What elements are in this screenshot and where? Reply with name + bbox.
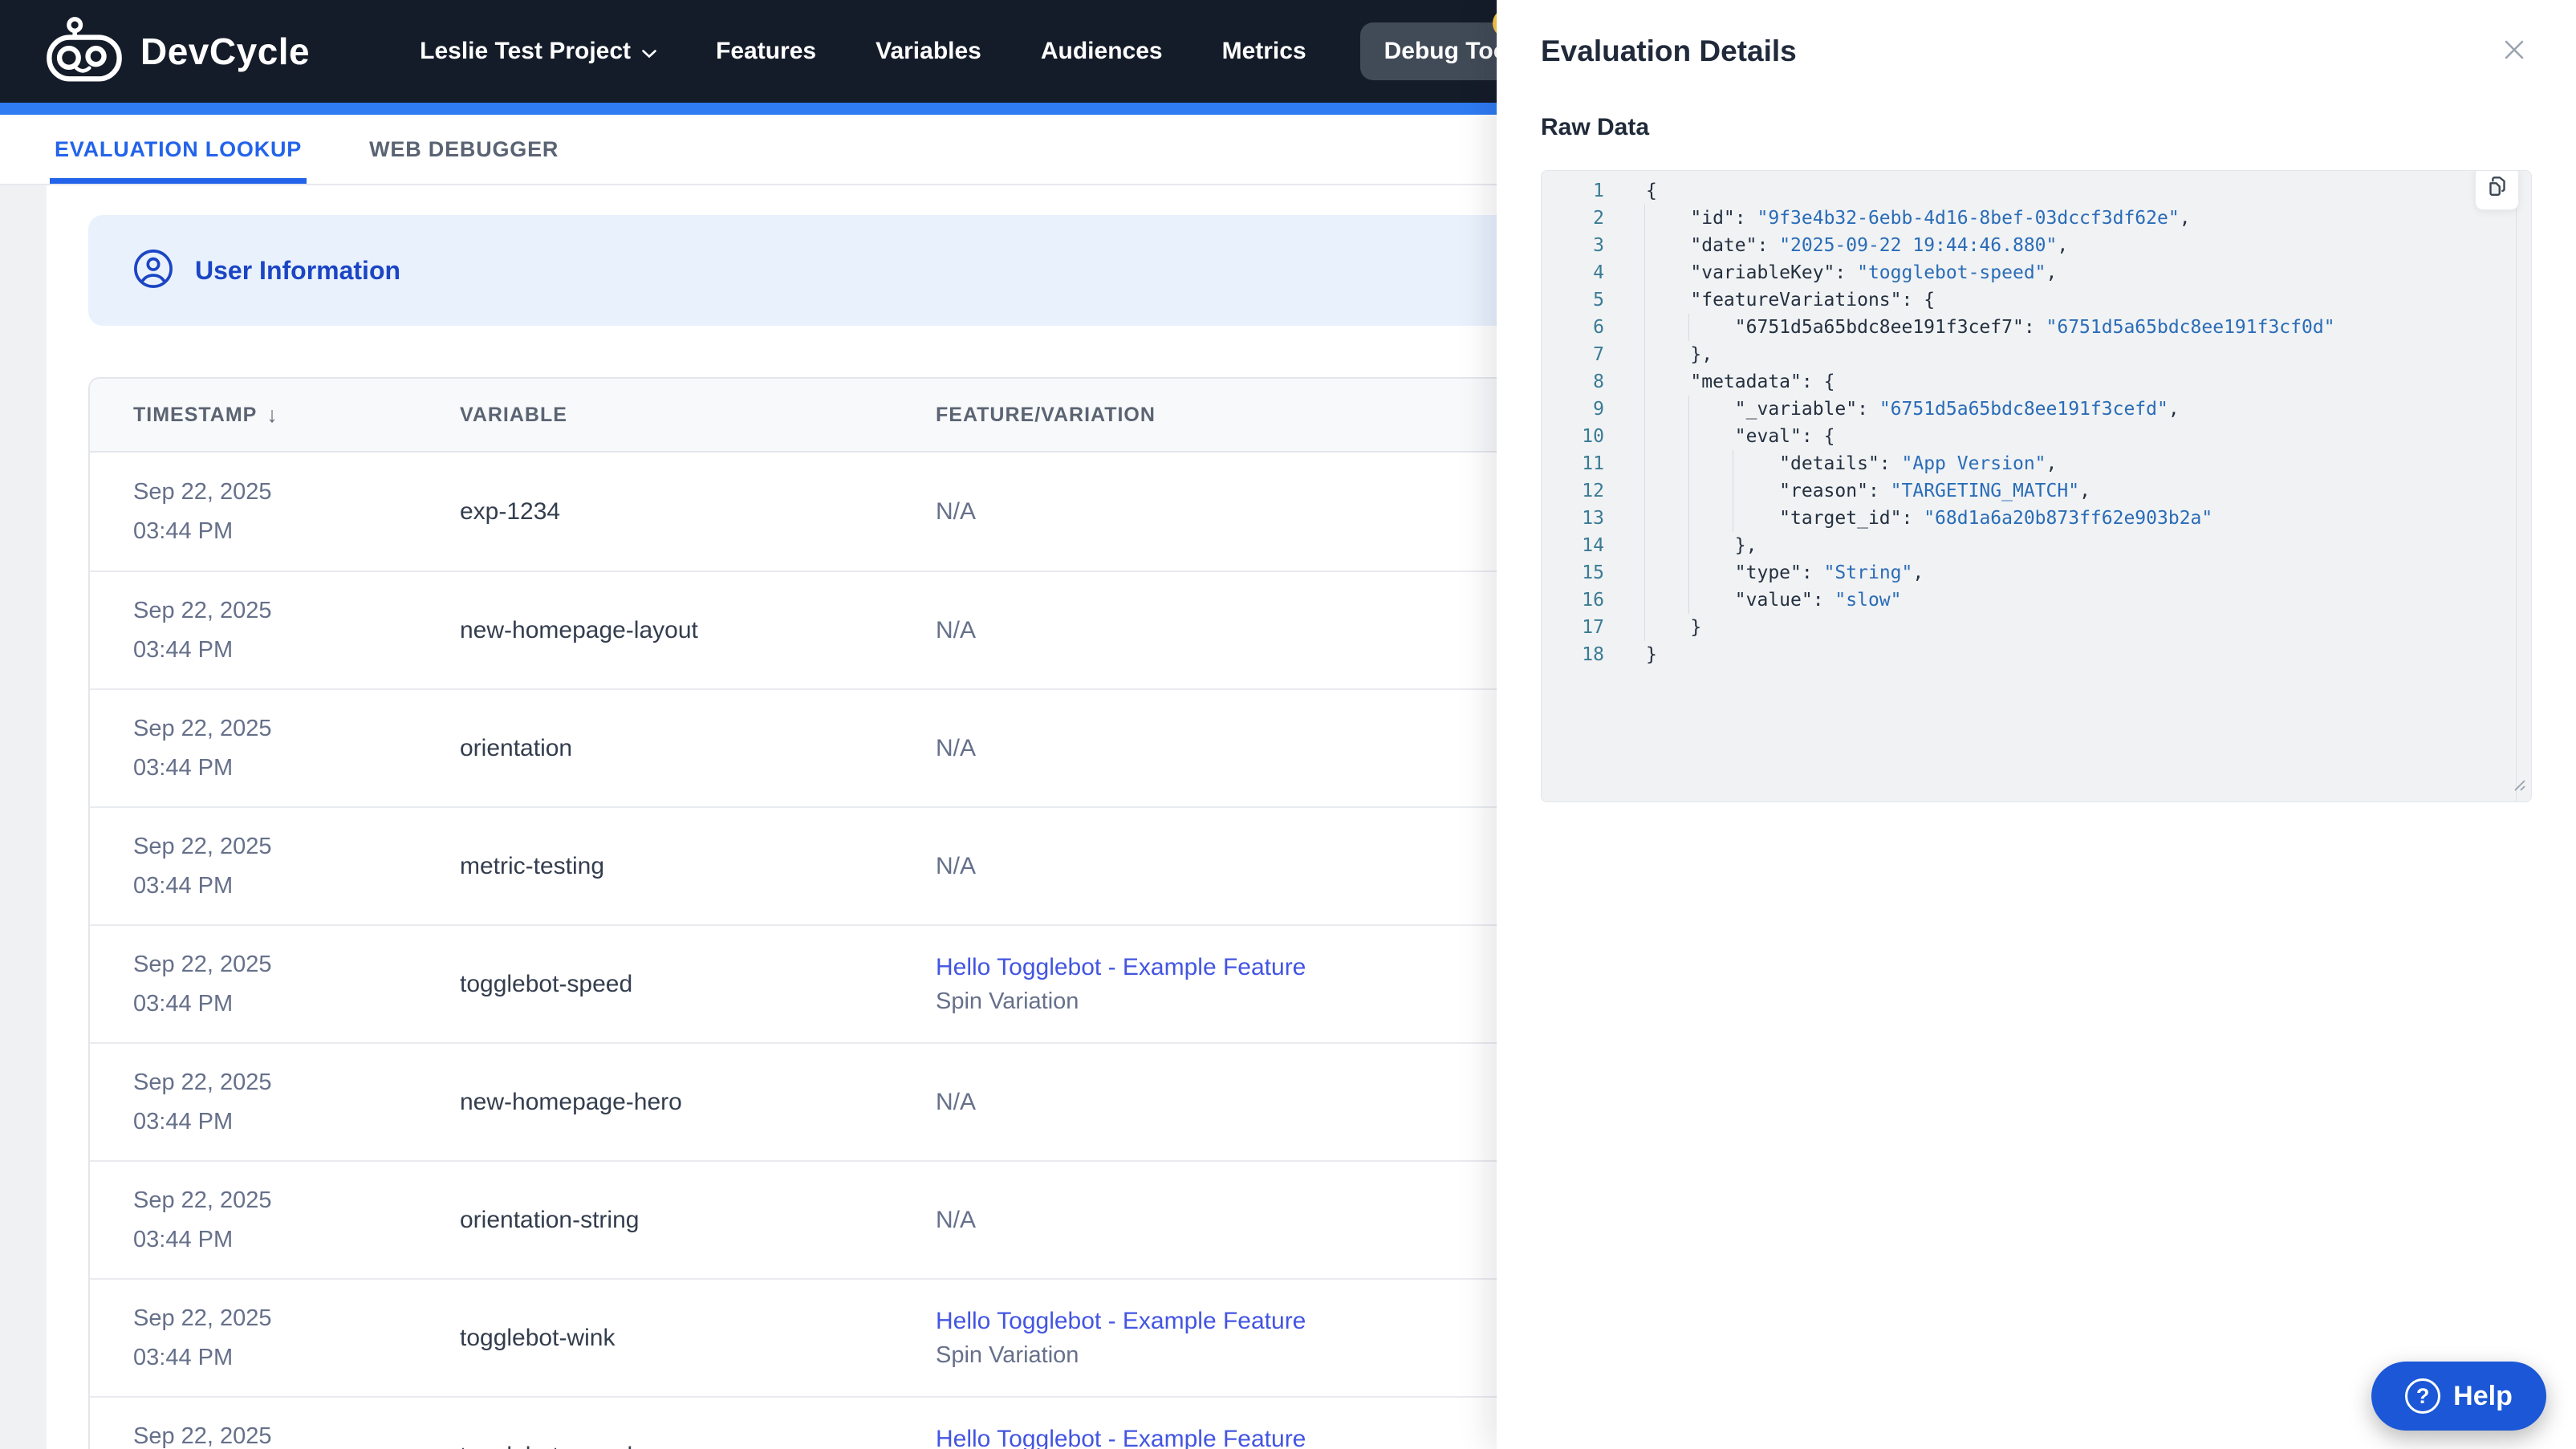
code-line: 2 "id": "9f3e4b32-6ebb-4d16-8bef-03dccf3… <box>1542 205 2531 232</box>
code-line: 5 "featureVariations": { <box>1542 286 2531 314</box>
line-number: 14 <box>1582 535 1604 556</box>
code-line: 16 "value": "slow" <box>1542 586 2531 614</box>
variable-cell: metric-testing <box>460 852 605 879</box>
code-scrollbar-track[interactable] <box>2516 171 2517 802</box>
timestamp-cell: Sep 22, 202503:44 PM <box>133 597 272 663</box>
close-panel-button[interactable] <box>2497 34 2532 69</box>
line-number: 17 <box>1582 617 1604 638</box>
devcycle-logo[interactable]: DevCycle <box>44 15 310 88</box>
banner-title: User Information <box>195 255 401 285</box>
variable-cell: exp-1234 <box>460 497 561 525</box>
line-number: 4 <box>1593 262 1604 283</box>
code-line: 3 "date": "2025-09-22 19:44:46.880", <box>1542 232 2531 259</box>
line-number: 8 <box>1593 371 1604 392</box>
variable-cell: togglebot-speed <box>460 970 633 997</box>
chevron-down-icon <box>642 38 656 65</box>
code-line: 4 "variableKey": "togglebot-speed", <box>1542 259 2531 286</box>
evaluation-details-panel: Evaluation Details Raw Data 1{2 "id": "9… <box>1497 0 2576 1449</box>
line-number: 15 <box>1582 562 1604 583</box>
code-line: 14 }, <box>1542 532 2531 559</box>
timestamp-cell: Sep 22, 202503:44 PM <box>133 1423 272 1449</box>
line-number: 9 <box>1593 399 1604 420</box>
nav-item-features[interactable]: Features <box>686 38 846 65</box>
copy-button[interactable] <box>2475 171 2519 210</box>
line-number: 10 <box>1582 426 1604 447</box>
question-mark-icon: ? <box>2405 1378 2441 1414</box>
variable-cell: orientation-string <box>460 1206 640 1233</box>
indent-guide <box>1688 396 1689 614</box>
copy-icon <box>2485 174 2509 203</box>
variable-cell: togglebot-wink <box>460 1324 616 1351</box>
line-number: 6 <box>1593 317 1604 338</box>
code-line: 18} <box>1542 641 2531 668</box>
nav-item-variables[interactable]: Variables <box>846 38 1011 65</box>
timestamp-cell: Sep 22, 202503:44 PM <box>133 1187 272 1252</box>
project-selector[interactable]: Leslie Test Project <box>390 38 686 65</box>
left-scroll-track[interactable] <box>0 185 47 1449</box>
timestamp-cell: Sep 22, 202503:44 PM <box>133 1069 272 1134</box>
line-number: 3 <box>1593 235 1604 256</box>
code-line: 6 "6751d5a65bdc8ee191f3cef7": "6751d5a65… <box>1542 314 2531 341</box>
help-button[interactable]: ? Help <box>2371 1362 2546 1431</box>
line-number: 11 <box>1582 453 1604 474</box>
tab-web-debugger[interactable]: WEB DEBUGGER <box>369 115 559 184</box>
nav-item-audiences[interactable]: Audiences <box>1011 38 1193 65</box>
code-line: 17 } <box>1542 614 2531 641</box>
line-number: 1 <box>1593 181 1604 201</box>
project-name: Leslie Test Project <box>420 38 632 64</box>
code-line: 10 "eval": { <box>1542 423 2531 450</box>
resize-handle-icon[interactable] <box>2511 777 2527 798</box>
timestamp-cell: Sep 22, 202503:44 PM <box>133 833 272 899</box>
close-icon <box>2501 37 2527 67</box>
timestamp-cell: Sep 22, 202503:44 PM <box>133 951 272 1017</box>
line-number: 7 <box>1593 344 1604 365</box>
line-number: 13 <box>1582 508 1604 529</box>
line-number: 18 <box>1582 644 1604 665</box>
code-line: 8 "metadata": { <box>1542 368 2531 396</box>
line-number: 5 <box>1593 290 1604 310</box>
panel-title: Evaluation Details <box>1541 34 1797 67</box>
line-number: 2 <box>1593 208 1604 229</box>
code-line: 7 }, <box>1542 341 2531 368</box>
code-line: 9 "_variable": "6751d5a65bdc8ee191f3cefd… <box>1542 396 2531 423</box>
timestamp-cell: Sep 22, 202503:44 PM <box>133 1305 272 1370</box>
timestamp-cell: Sep 22, 202503:44 PM <box>133 715 272 781</box>
variable-cell: new-homepage-layout <box>460 616 698 643</box>
line-number: 12 <box>1582 481 1604 501</box>
user-circle-icon <box>132 248 174 294</box>
nav-item-metrics[interactable]: Metrics <box>1193 38 1336 65</box>
raw-data-code-block[interactable]: 1{2 "id": "9f3e4b32-6ebb-4d16-8bef-03dcc… <box>1541 170 2532 802</box>
variable-cell: orientation <box>460 734 573 761</box>
column-header-variable[interactable]: VARIABLE <box>460 404 936 427</box>
code-line: 13 "target_id": "68d1a6a20b873ff62e903b2… <box>1542 505 2531 532</box>
timestamp-cell: Sep 22, 202503:44 PM <box>133 478 272 544</box>
sort-descending-icon: ↓ <box>266 402 278 427</box>
code-line: 1{ <box>1542 177 2531 205</box>
code-line: 11 "details": "App Version", <box>1542 450 2531 477</box>
brand-name: DevCycle <box>140 30 311 72</box>
devcycle-robot-icon <box>44 15 124 88</box>
indent-guide <box>1688 314 1689 341</box>
raw-data-label: Raw Data <box>1541 114 1650 140</box>
code-line: 12 "reason": "TARGETING_MATCH", <box>1542 477 2531 505</box>
column-header-timestamp[interactable]: TIMESTAMP ↓ <box>90 403 460 428</box>
timestamp-header-label: TIMESTAMP <box>133 403 258 426</box>
variable-cell: new-homepage-hero <box>460 1088 682 1115</box>
tab-evaluation-lookup[interactable]: EVALUATION LOOKUP <box>49 115 307 184</box>
code-line: 15 "type": "String", <box>1542 559 2531 586</box>
indent-guide <box>1644 205 1645 641</box>
variable-cell: togglebot-speed <box>460 1443 936 1449</box>
nav-items: Leslie Test Project Features Variables Aud… <box>390 9 1569 80</box>
panel-header: Evaluation Details <box>1541 0 2532 69</box>
help-label: Help <box>2453 1380 2513 1411</box>
line-number: 16 <box>1582 590 1604 611</box>
